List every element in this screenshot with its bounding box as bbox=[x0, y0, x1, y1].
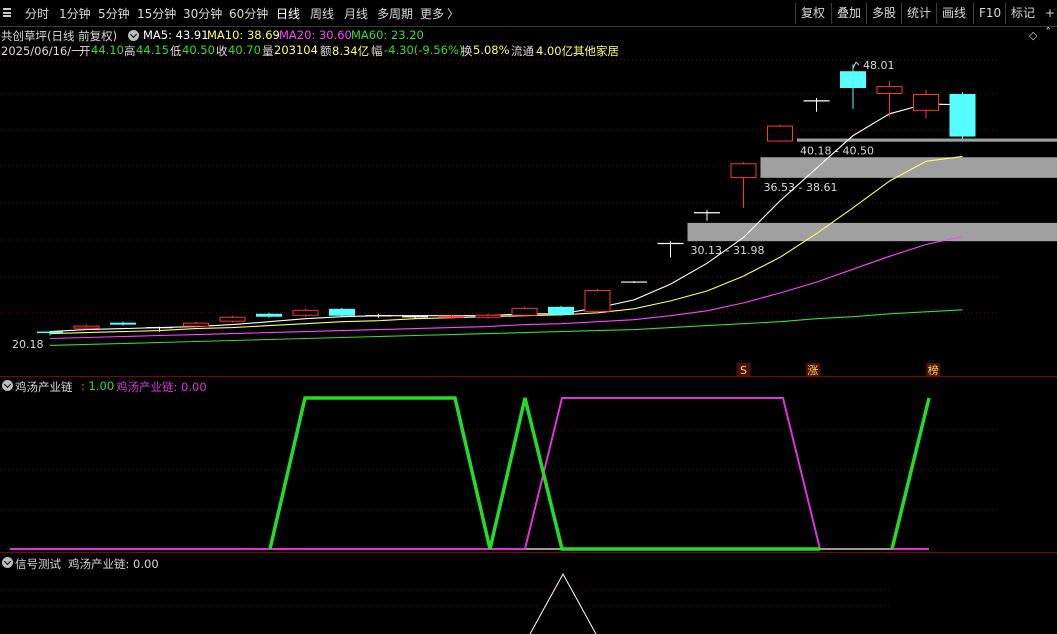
candle bbox=[548, 305, 574, 316]
candle bbox=[949, 92, 976, 139]
candle bbox=[913, 90, 939, 119]
candle-body bbox=[110, 322, 136, 325]
indicator2-dropdown-icon[interactable] bbox=[2, 557, 13, 568]
max-price-label: 48.01 bbox=[863, 59, 895, 72]
candle bbox=[694, 209, 720, 221]
marker-s: S bbox=[740, 364, 747, 377]
ma5-line bbox=[49, 103, 963, 333]
candle bbox=[329, 307, 355, 317]
indicator2-value: 鸡汤产业链: 0.00 bbox=[68, 557, 159, 571]
gap-band bbox=[797, 138, 1057, 142]
candle-body bbox=[511, 307, 538, 316]
candle-body bbox=[438, 315, 465, 318]
candle bbox=[110, 321, 136, 326]
candle bbox=[292, 308, 319, 317]
indicator2-name: 信号测试 bbox=[15, 557, 61, 571]
candle-body bbox=[840, 71, 866, 89]
indicator1-magenta-line bbox=[10, 397, 929, 550]
gap-label: 30.13 - 31.98 bbox=[691, 244, 765, 257]
indicator1-green-line bbox=[890, 397, 931, 550]
candle bbox=[803, 97, 830, 112]
candle bbox=[219, 315, 246, 323]
candle-body bbox=[949, 93, 976, 137]
signal-triangle bbox=[529, 572, 597, 634]
candle-body bbox=[183, 322, 209, 327]
marker-bang: 榜 bbox=[928, 363, 939, 377]
min-price-label: 20.18 bbox=[12, 338, 44, 351]
candle-body bbox=[329, 308, 355, 316]
indicator1-name: 鸡汤产业链 bbox=[15, 380, 73, 394]
candle-body bbox=[73, 325, 100, 329]
candle-body bbox=[37, 331, 63, 334]
candle-body bbox=[876, 86, 903, 94]
indicator1-green-line bbox=[268, 396, 820, 551]
marker-zhang: 涨 bbox=[807, 364, 818, 377]
candle bbox=[365, 313, 392, 318]
indicator1-dropdown-icon[interactable] bbox=[2, 380, 13, 391]
max-price-marker bbox=[852, 61, 860, 69]
candle-body bbox=[548, 306, 574, 315]
candle-body bbox=[292, 309, 319, 316]
indicator1-value: : 1.00 bbox=[81, 379, 115, 393]
indicator1-value2: 鸡汤产业链: 0.00 bbox=[116, 380, 207, 394]
candle-body bbox=[584, 290, 611, 312]
candle bbox=[584, 289, 611, 313]
candle bbox=[730, 162, 757, 208]
candle bbox=[511, 306, 538, 317]
candle bbox=[256, 312, 282, 318]
candle-body bbox=[913, 93, 939, 111]
candle bbox=[621, 281, 647, 284]
gap-label: 40.18 - 40.50 bbox=[800, 145, 874, 158]
candle-body bbox=[475, 314, 501, 318]
candle bbox=[657, 241, 684, 258]
kline-chart[interactable]: 40.18 - 40.5036.53 - 38.6130.13 - 31.98 … bbox=[0, 0, 1057, 634]
candle bbox=[767, 124, 793, 142]
candle-body bbox=[767, 125, 793, 142]
candle-body bbox=[730, 163, 757, 179]
candle-body bbox=[256, 313, 282, 317]
candle-body bbox=[219, 316, 246, 322]
gap-band bbox=[760, 157, 1057, 178]
candle bbox=[475, 313, 501, 319]
